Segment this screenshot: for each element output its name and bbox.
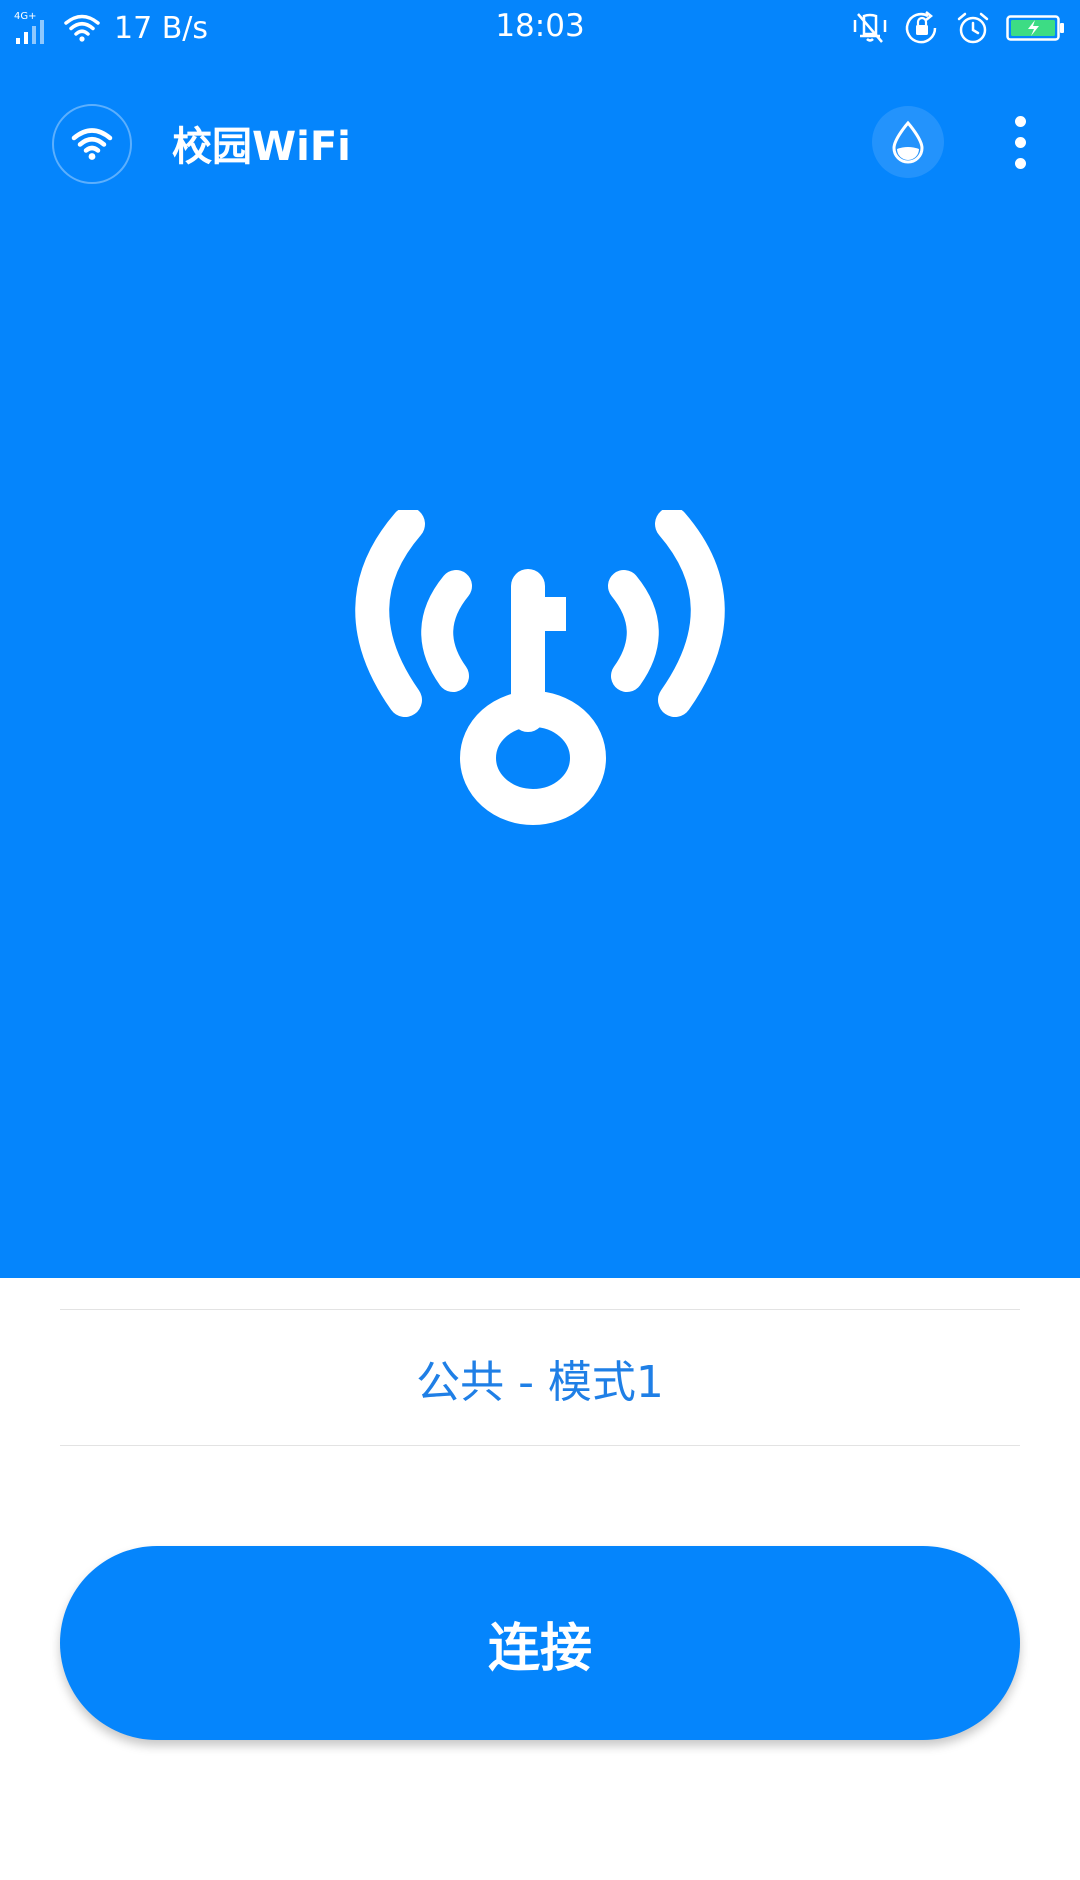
- hero-area: 4G+ 17 B/s 18:03 校园WiFi: [0, 0, 1080, 1278]
- more-options-button[interactable]: [1000, 102, 1040, 182]
- status-right: [852, 8, 1066, 48]
- more-vert-icon-dot: [1014, 136, 1026, 148]
- screen: 4G+ 17 B/s 18:03 校园WiFi 公共 - 模式1 连接: [0, 0, 1080, 1880]
- mode-selector[interactable]: 公共 - 模式1: [60, 1310, 1020, 1446]
- connect-button[interactable]: 连接: [60, 1546, 1020, 1740]
- more-vert-icon-dot: [1014, 115, 1026, 127]
- battery-charging-icon: [1006, 15, 1064, 41]
- more-vert-icon-dot: [1014, 157, 1026, 169]
- app-title: 校园WiFi: [172, 124, 351, 170]
- wifi-key-icon: [355, 510, 725, 825]
- alarm-icon: [957, 12, 989, 44]
- wifi-icon: [71, 128, 113, 160]
- divider-bottom: [60, 1445, 1020, 1446]
- rotation-lock-icon: [905, 11, 937, 44]
- water-drop-icon: [892, 120, 924, 164]
- water-drop-button[interactable]: [872, 106, 944, 178]
- app-logo: [52, 104, 132, 184]
- app-bar: 校园WiFi: [0, 100, 1080, 190]
- vibrate-icon: [853, 13, 887, 43]
- status-bar: 4G+ 17 B/s 18:03: [0, 0, 1080, 56]
